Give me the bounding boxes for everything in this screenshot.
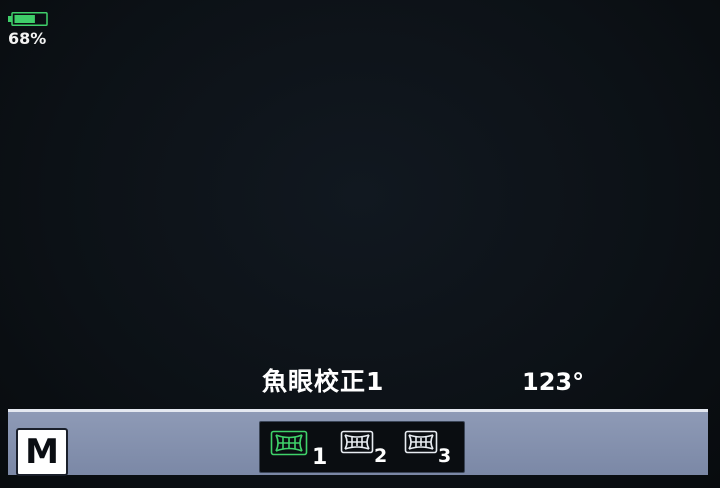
fisheye-option-3[interactable]: 3 xyxy=(404,422,456,474)
fisheye-option-number: 1 xyxy=(312,445,328,470)
info-line: 魚眼校正1 123° xyxy=(0,364,720,400)
fisheye-correction-icon xyxy=(270,430,308,456)
fisheye-correction-icon xyxy=(340,430,374,454)
bottom-menu-bar: M 1 2 3 xyxy=(8,409,708,476)
angle-of-view: 123° xyxy=(522,368,585,396)
fisheye-option-number: 2 xyxy=(374,445,388,467)
battery-indicator: 68% xyxy=(8,10,48,48)
fisheye-correction-icon xyxy=(404,430,438,454)
battery-percent: 68% xyxy=(8,29,47,48)
fisheye-option-2[interactable]: 2 xyxy=(340,422,390,474)
fisheye-option-selector[interactable]: 1 2 3 xyxy=(259,421,465,473)
battery-icon xyxy=(8,12,48,26)
fisheye-option-1[interactable]: 1 xyxy=(270,422,334,474)
fisheye-mode-name: 魚眼校正1 xyxy=(262,367,385,396)
fisheye-option-number: 3 xyxy=(438,445,452,467)
camera-screen: 68% 魚眼校正1 123° M 1 2 3 xyxy=(0,0,720,488)
shooting-mode-badge: M xyxy=(16,428,68,476)
